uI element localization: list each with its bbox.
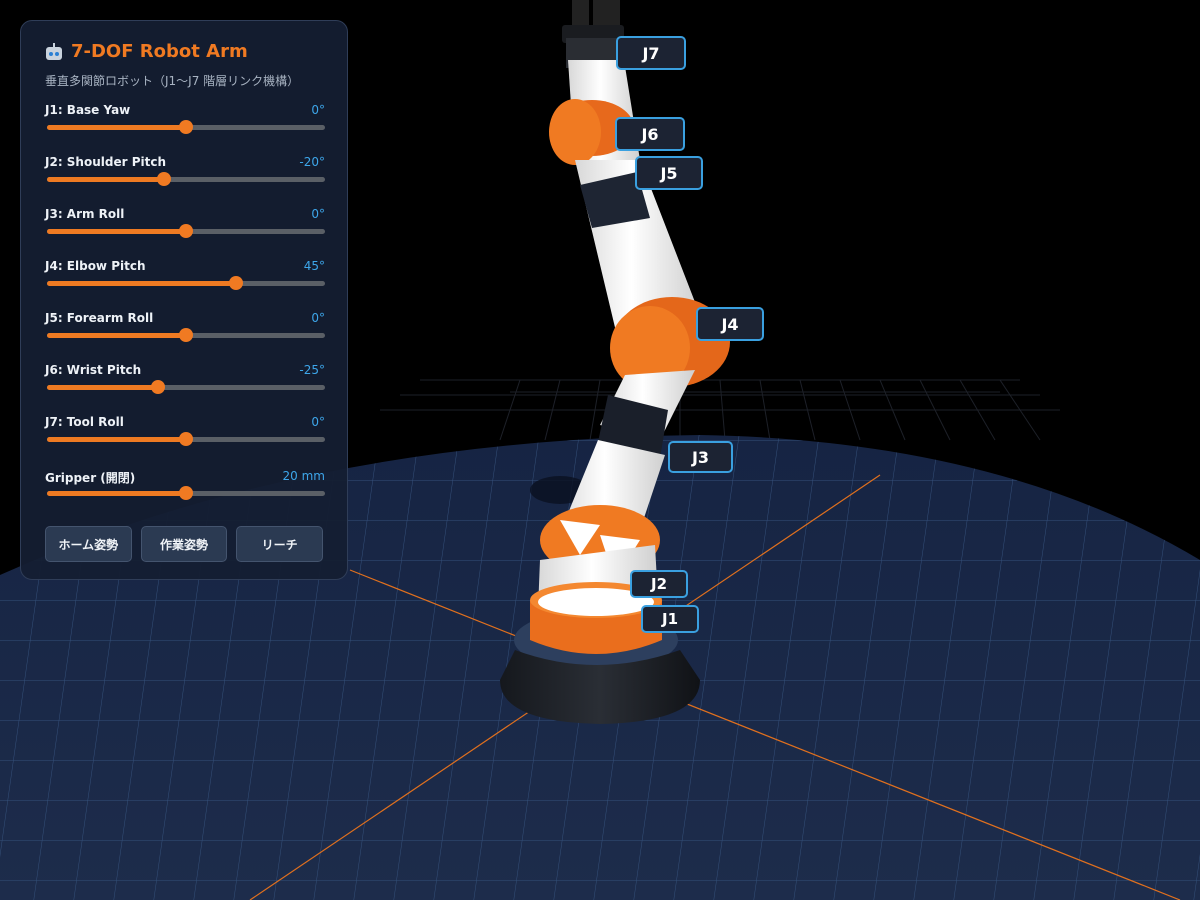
panel-title: 7-DOF Robot Arm: [45, 41, 325, 62]
reach-button[interactable]: リーチ: [236, 526, 324, 562]
slider-label: J2: Shoulder Pitch: [45, 155, 167, 169]
robot-icon: [45, 42, 63, 61]
joint-label-j2: J2: [630, 570, 688, 598]
slider-value: -25°: [299, 363, 325, 377]
slider-j7: J7: Tool Roll 0°: [45, 415, 325, 467]
slider-j4: J4: Elbow Pitch 45°: [45, 259, 325, 311]
slider-fill: [47, 229, 186, 234]
slider-label: J3: Arm Roll: [45, 207, 125, 221]
slider-j6: J6: Wrist Pitch -25°: [45, 363, 325, 415]
joint-label-j1: J1: [641, 605, 699, 633]
slider-thumb[interactable]: [179, 224, 193, 238]
joint-label-j7: J7: [616, 36, 686, 70]
control-panel: 7-DOF Robot Arm 垂直多関節ロボット（J1〜J7 階層リンク機構）…: [20, 20, 348, 580]
slider-j5: J5: Forearm Roll 0°: [45, 311, 325, 363]
slider-track[interactable]: [47, 328, 325, 342]
joint-label-j4: J4: [696, 307, 764, 341]
joint-label-j6: J6: [615, 117, 685, 151]
slider-label: Gripper (開閉): [45, 471, 136, 485]
slider-fill: [47, 385, 159, 390]
panel-subtitle: 垂直多関節ロボット（J1〜J7 階層リンク機構）: [45, 74, 300, 88]
slider-fill: [47, 333, 186, 338]
slider-track[interactable]: [47, 380, 325, 394]
j6-joint-cap: [549, 99, 601, 165]
slider-thumb[interactable]: [179, 486, 193, 500]
slider-thumb[interactable]: [156, 172, 171, 186]
slider-label: J5: Forearm Roll: [45, 311, 154, 325]
joint-label-j5: J5: [635, 156, 703, 190]
joint-sliders: J1: Base Yaw 0° J2: Shoulder Pitch -20° …: [45, 103, 325, 521]
slider-gripper: Gripper (開閉) 20 mm: [45, 469, 325, 521]
slider-track[interactable]: [47, 120, 325, 134]
slider-thumb[interactable]: [179, 120, 193, 134]
slider-track[interactable]: [47, 432, 325, 446]
slider-value: 20 mm: [282, 469, 325, 483]
slider-track[interactable]: [47, 276, 325, 290]
home-pose-button[interactable]: ホーム姿勢: [45, 526, 132, 562]
slider-thumb[interactable]: [151, 380, 166, 394]
slider-value: -20°: [299, 155, 325, 169]
slider-j2: J2: Shoulder Pitch -20°: [45, 155, 325, 207]
slider-fill: [47, 281, 237, 286]
slider-thumb[interactable]: [179, 432, 193, 446]
slider-value: 0°: [311, 311, 325, 325]
slider-fill: [47, 491, 186, 496]
slider-value: 0°: [311, 415, 325, 429]
slider-thumb[interactable]: [229, 276, 244, 290]
slider-label: J6: Wrist Pitch: [45, 363, 142, 377]
background-grid: [380, 379, 1060, 441]
panel-title-text: 7-DOF Robot Arm: [71, 41, 248, 62]
slider-fill: [47, 437, 186, 442]
slider-label: J7: Tool Roll: [45, 415, 124, 429]
slider-track[interactable]: [47, 172, 325, 186]
slider-label: J1: Base Yaw: [45, 103, 131, 117]
slider-j1: J1: Base Yaw 0°: [45, 103, 325, 155]
slider-fill: [47, 125, 186, 130]
slider-value: 0°: [311, 207, 325, 221]
pose-buttons: ホーム姿勢 作業姿勢 リーチ: [45, 526, 324, 562]
slider-thumb[interactable]: [179, 328, 193, 342]
slider-value: 0°: [311, 103, 325, 117]
slider-track[interactable]: [47, 486, 325, 500]
work-pose-button[interactable]: 作業姿勢: [140, 526, 228, 562]
slider-track[interactable]: [47, 224, 325, 238]
joint-label-j3: J3: [668, 441, 733, 473]
slider-value: 45°: [303, 259, 325, 273]
slider-j3: J3: Arm Roll 0°: [45, 207, 325, 259]
slider-label: J4: Elbow Pitch: [45, 259, 146, 273]
slider-fill: [47, 177, 164, 182]
